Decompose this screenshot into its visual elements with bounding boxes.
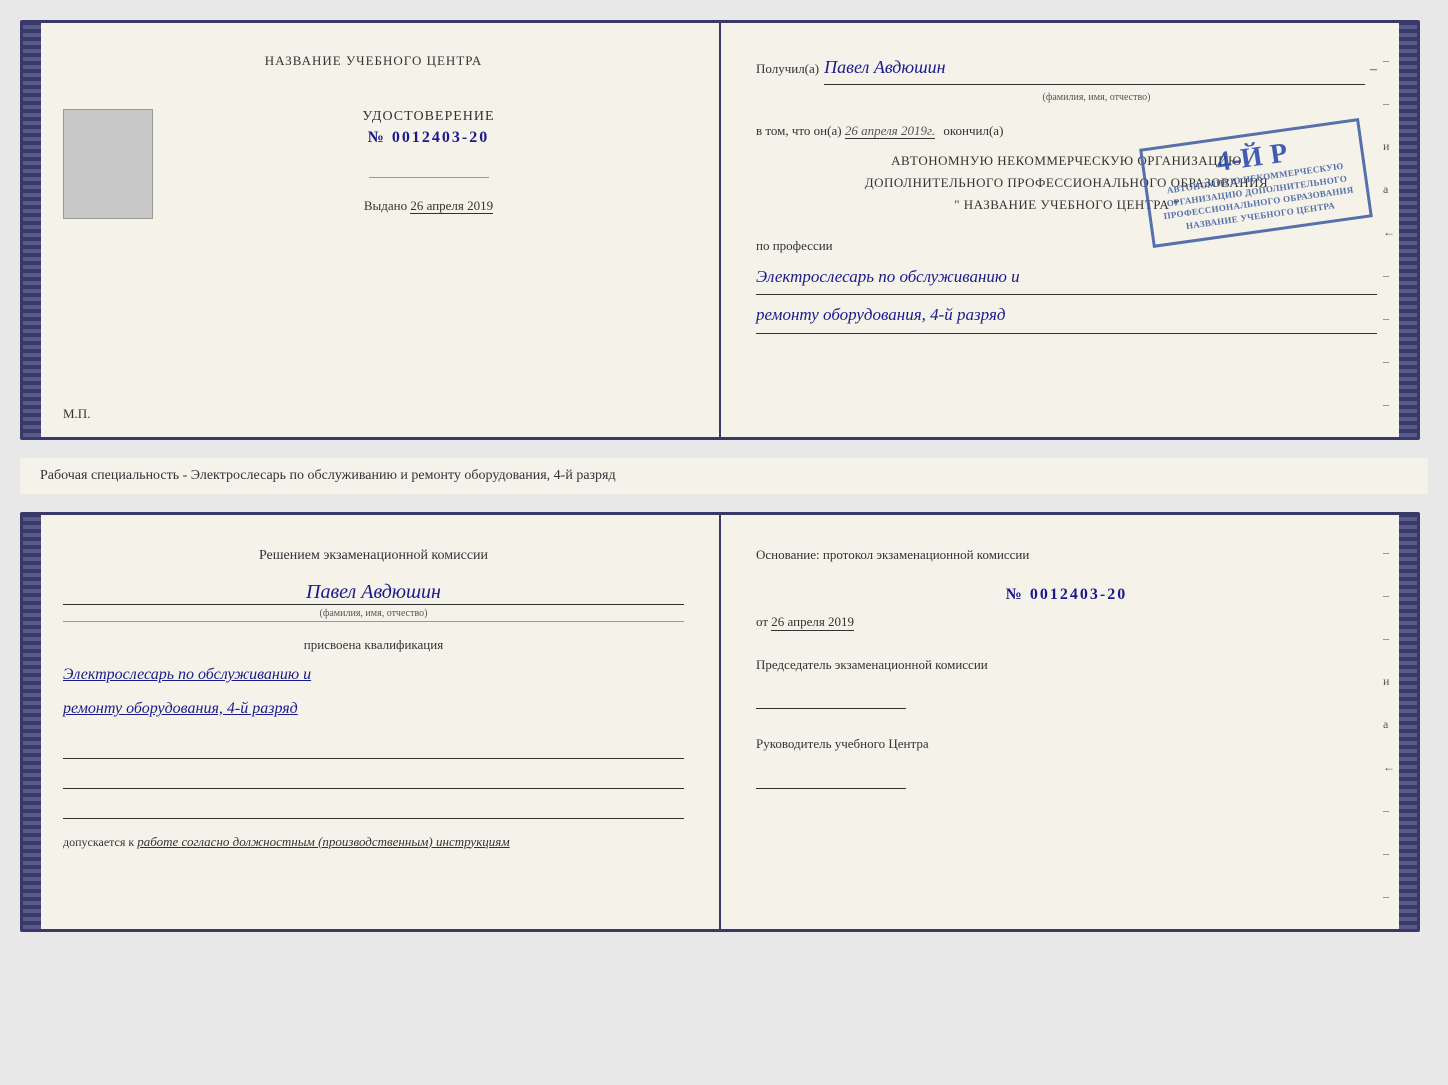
issued-label: Выдано bbox=[364, 198, 407, 213]
ot-date: от 26 апреля 2019 bbox=[756, 614, 1377, 630]
bottom-right-panel: Основание: протокол экзаменационной коми… bbox=[721, 515, 1417, 929]
sign-line-2 bbox=[63, 769, 684, 789]
cert-number-block: УДОСТОВЕРЕНИЕ № 0012403-20 Выдано 26 апр… bbox=[173, 109, 684, 214]
osnov-title: Основание: протокол экзаменационной коми… bbox=[756, 545, 1377, 566]
marker-2: – bbox=[1383, 96, 1395, 111]
received-label: Получил(а) bbox=[756, 59, 819, 80]
right-markers-bottom: – – – и а ← – – – – – – bbox=[1383, 545, 1395, 932]
rukovod-block: Руководитель учебного Центра bbox=[756, 734, 1377, 794]
edge-strip-right-top bbox=[1399, 23, 1417, 437]
cert-title: НАЗВАНИЕ УЧЕБНОГО ЦЕНТРА bbox=[63, 53, 684, 69]
fio-label-top: (фамилия, имя, отчество) bbox=[816, 90, 1377, 106]
cert-label: УДОСТОВЕРЕНИЕ bbox=[173, 109, 684, 125]
cert-issued: Выдано 26 апреля 2019 bbox=[173, 198, 684, 214]
ot-label: от bbox=[756, 614, 768, 629]
marker-b7: – bbox=[1383, 803, 1395, 818]
marker-8: – bbox=[1383, 354, 1395, 369]
issued-date: 26 апреля 2019 bbox=[410, 198, 493, 214]
top-right-panel: Получил(а) Павел Авдюшин – (фамилия, имя… bbox=[721, 23, 1417, 437]
допускается-label: допускается к bbox=[63, 835, 134, 849]
doc-inner-bottom: Решением экзаменационной комиссии Павел … bbox=[23, 515, 1417, 929]
marker-5: ← bbox=[1383, 225, 1395, 240]
middle-text: Рабочая специальность - Электрослесарь п… bbox=[20, 458, 1428, 494]
rukovod-label: Руководитель учебного Центра bbox=[756, 734, 1377, 754]
ot-date-val: 26 апреля 2019 bbox=[771, 614, 854, 631]
qual-line2: ремонту оборудования, 4-й разряд bbox=[63, 695, 684, 724]
mp-label: М.П. bbox=[63, 406, 90, 422]
marker-b8: – bbox=[1383, 846, 1395, 861]
protocol-number-bottom: № 0012403-20 bbox=[756, 586, 1377, 604]
predsedatel-sign bbox=[756, 684, 906, 709]
marker-7: – bbox=[1383, 311, 1395, 326]
right-markers-top: – – и а ← – – – – – bbox=[1383, 53, 1395, 440]
cert-number: № 0012403-20 bbox=[173, 129, 684, 147]
predsedatel-label: Председатель экзаменационной комиссии bbox=[756, 655, 1377, 675]
person-name-bottom: Павел Авдюшин bbox=[63, 581, 684, 605]
fio-label-bottom: (фамилия, имя, отчество) bbox=[63, 608, 684, 622]
middle-text-content: Рабочая специальность - Электрослесарь п… bbox=[40, 468, 616, 483]
recipient-line: Получил(а) Павел Авдюшин – bbox=[756, 53, 1377, 85]
marker-b9: – bbox=[1383, 889, 1395, 904]
edge-strip-right-bottom bbox=[1399, 515, 1417, 929]
date-value: 26 апреля 2019г. bbox=[845, 123, 935, 139]
допускается-value: работе согласно должностным (производств… bbox=[137, 834, 509, 849]
doc-inner-top: НАЗВАНИЕ УЧЕБНОГО ЦЕНТРА УДОСТОВЕРЕНИЕ №… bbox=[23, 23, 1417, 437]
sign-line-1 bbox=[63, 739, 684, 759]
predsedatel-block: Председатель экзаменационной комиссии bbox=[756, 655, 1377, 715]
sign-line-3 bbox=[63, 799, 684, 819]
marker-9: – bbox=[1383, 397, 1395, 412]
top-left-panel: НАЗВАНИЕ УЧЕБНОГО ЦЕНТРА УДОСТОВЕРЕНИЕ №… bbox=[23, 23, 721, 437]
okончil-label: окончил(а) bbox=[943, 123, 1003, 138]
resolution-title: Решением экзаменационной комиссии bbox=[63, 545, 684, 566]
profession-line1: Электрослесарь по обслуживанию и bbox=[756, 262, 1377, 296]
profession-line2: ремонту оборудования, 4-й разряд bbox=[756, 300, 1377, 334]
page-wrapper: НАЗВАНИЕ УЧЕБНОГО ЦЕНТРА УДОСТОВЕРЕНИЕ №… bbox=[20, 20, 1428, 932]
допускается-block: допускается к работе согласно должностны… bbox=[63, 834, 684, 850]
profession-label: по профессии bbox=[756, 236, 1377, 257]
marker-b6: ← bbox=[1383, 760, 1395, 775]
marker-b1: – bbox=[1383, 545, 1395, 560]
marker-3: и bbox=[1383, 139, 1395, 154]
marker-4: а bbox=[1383, 182, 1395, 197]
bottom-left-panel: Решением экзаменационной комиссии Павел … bbox=[23, 515, 721, 929]
photo-box bbox=[63, 109, 153, 219]
marker-b2: – bbox=[1383, 588, 1395, 603]
sign-lines bbox=[63, 739, 684, 819]
marker-b3: – bbox=[1383, 631, 1395, 646]
marker-b4: и bbox=[1383, 674, 1395, 689]
bottom-document: Решением экзаменационной комиссии Павел … bbox=[20, 512, 1420, 932]
marker-1: – bbox=[1383, 53, 1395, 68]
marker-6: – bbox=[1383, 268, 1395, 283]
top-document: НАЗВАНИЕ УЧЕБНОГО ЦЕНТРА УДОСТОВЕРЕНИЕ №… bbox=[20, 20, 1420, 440]
rukovod-sign bbox=[756, 764, 906, 789]
recipient-name: Павел Авдюшин bbox=[824, 53, 1365, 85]
qual-label: присвоена квалификация bbox=[63, 637, 684, 653]
cert-photo-area: УДОСТОВЕРЕНИЕ № 0012403-20 Выдано 26 апр… bbox=[63, 109, 684, 219]
marker-b5: а bbox=[1383, 717, 1395, 732]
qual-line1: Электрослесарь по обслуживанию и bbox=[63, 661, 684, 690]
v-tom-label: в том, что он(а) bbox=[756, 123, 842, 138]
